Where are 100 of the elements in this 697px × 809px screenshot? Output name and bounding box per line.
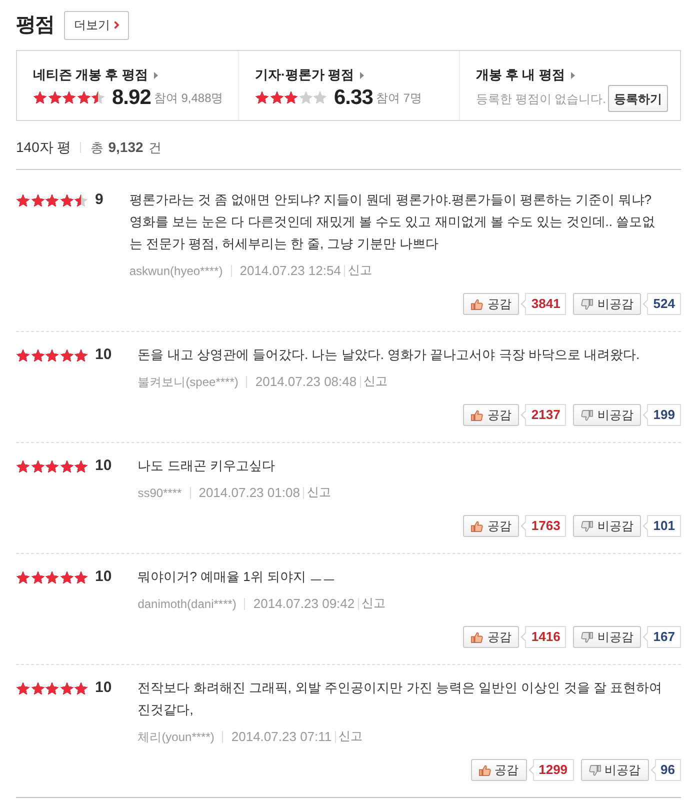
star-icon: [16, 194, 30, 206]
review-date: 2014.07.23 07:11: [231, 728, 332, 746]
star-icon: [313, 91, 327, 104]
dislike-button[interactable]: 비공감: [573, 515, 642, 537]
like-button[interactable]: 공감: [463, 404, 520, 426]
average-score: 6.33: [334, 84, 373, 111]
thumbs-down-icon: [581, 410, 594, 420]
review-score: 10: [95, 566, 112, 587]
thumbs-down-icon: [581, 298, 594, 310]
dislike-count: 199: [642, 404, 681, 426]
review-text: 전작보다 화려해진 그래픽, 외발 주인공이지만 가진 능력은 일반인 이상인 것을 잘 표현하여 진것같다,: [138, 679, 664, 719]
like-count: 1299: [528, 759, 574, 781]
thumbs-up-icon: [471, 298, 484, 310]
star-icon: [16, 682, 30, 694]
thumbs-down-icon: [581, 632, 594, 642]
star-icon: [60, 570, 74, 584]
star-icon: [30, 348, 44, 362]
star-icon: [60, 194, 74, 206]
review-text: 나도 드래곤 키우고싶다: [138, 457, 276, 475]
star-icon: [60, 460, 74, 472]
participant-count: 참여 7명: [376, 90, 422, 106]
star-icon: [33, 91, 47, 104]
rating-title[interactable]: 개봉 후 내 평점: [476, 67, 565, 83]
star-icon: [45, 570, 59, 584]
caret-icon: [570, 72, 575, 78]
report-link[interactable]: 신고: [338, 726, 363, 744]
dislike-button[interactable]: 비공감: [573, 404, 642, 426]
star-icon: [45, 194, 59, 206]
star-icon: [30, 570, 44, 584]
dislike-count: 167: [642, 626, 681, 648]
like-button[interactable]: 공감: [470, 759, 527, 781]
star-icon: [74, 682, 88, 694]
star-icon: [74, 348, 88, 362]
total-label: 총: [90, 138, 104, 157]
star-icon: [30, 682, 44, 694]
report-link[interactable]: 신고: [348, 260, 372, 278]
like-count: 1416: [520, 626, 566, 648]
star-icon: [45, 460, 59, 472]
review-text: 뭐야이거? 예매율 1위 되야지 ㅡㅡ: [138, 568, 337, 586]
thumbs-up-icon: [471, 520, 484, 532]
average-score: 8.92: [112, 84, 151, 111]
review-text: 돈을 내고 상영관에 들어갔다. 나는 날았다. 영화가 끝나고서야 극장 바닥으로 내려왔다.: [138, 346, 641, 364]
dislike-count: 524: [642, 293, 681, 315]
review-date: 2014.07.23 09:42: [253, 595, 355, 614]
review-score: 10: [95, 344, 112, 365]
star-icon: [91, 91, 105, 104]
star-icon: [270, 91, 284, 104]
star-icon: [74, 570, 88, 584]
star-icon: [255, 91, 269, 104]
star-icon: [74, 460, 88, 472]
review-score: 10: [95, 678, 112, 698]
like-button[interactable]: 공감: [463, 293, 520, 315]
report-link[interactable]: 신고: [362, 594, 386, 612]
star-icon: [16, 348, 30, 362]
star-icon: [62, 91, 76, 104]
dislike-button[interactable]: 비공감: [573, 293, 642, 315]
star-icon: [60, 348, 74, 362]
like-count: 3841: [520, 293, 566, 315]
thumbs-down-icon: [588, 764, 601, 776]
dislike-count: 96: [650, 759, 681, 781]
dislike-count: 101: [642, 515, 681, 537]
thumbs-up-icon: [478, 764, 491, 776]
rating-title[interactable]: 기자·평론가 평점: [255, 67, 354, 83]
report-link[interactable]: 신고: [364, 372, 388, 390]
dislike-button[interactable]: 비공감: [573, 626, 642, 648]
review-date: 2014.07.23 12:54: [240, 262, 341, 280]
star-icon: [76, 91, 90, 104]
thumbs-up-icon: [471, 632, 484, 642]
review-date: 2014.07.23 08:48: [255, 373, 357, 392]
caret-icon: [360, 72, 364, 78]
star-icon: [74, 194, 88, 206]
report-link[interactable]: 신고: [306, 482, 331, 500]
empty-rating-message: 등록한 평점이 없습니다.: [476, 90, 606, 108]
total-unit: 건: [148, 138, 162, 157]
review-score: 9: [95, 190, 104, 210]
dislike-button[interactable]: 비공감: [580, 759, 649, 781]
like-count: 2137: [520, 404, 566, 426]
review-text: 평론가라는 것 좀 없애면 안되냐? 지들이 뭔데 평론가야.평론가들이 평론하는 기준이 뭐냐? 영화를 보는 눈은 다 다른것인데 재밌게 볼 수도 있고 재미없게 볼 수도 있는 것인데.. 쓸모없는 전문가 평점, 허세부리는 한 줄, 그냥 기분만 나쁘다: [129, 191, 656, 253]
star-icon: [45, 682, 59, 694]
total-count: 9,132: [108, 138, 144, 157]
review-score: 10: [95, 456, 112, 476]
like-count: 1763: [520, 515, 566, 537]
star-icon: [298, 91, 312, 104]
star-icon: [60, 682, 74, 694]
star-icon: [45, 348, 59, 362]
rating-title[interactable]: 네티즌 개봉 후 평점: [33, 67, 148, 83]
review-date: 2014.07.23 01:08: [198, 484, 300, 502]
list-title: 140자 평: [16, 138, 72, 157]
more-button[interactable]: 더보기: [64, 10, 129, 40]
register-button[interactable]: 등록하기: [608, 85, 668, 112]
star-icon: [30, 194, 44, 206]
participant-count: 참여 9,488명: [154, 90, 224, 106]
like-button[interactable]: 공감: [463, 626, 520, 648]
star-icon: [284, 91, 298, 104]
chevron-right-icon: [114, 21, 119, 29]
star-icon: [16, 570, 30, 584]
section-title: 평점: [16, 13, 54, 38]
thumbs-down-icon: [581, 520, 594, 532]
like-button[interactable]: 공감: [463, 515, 520, 537]
star-icon: [30, 460, 44, 472]
